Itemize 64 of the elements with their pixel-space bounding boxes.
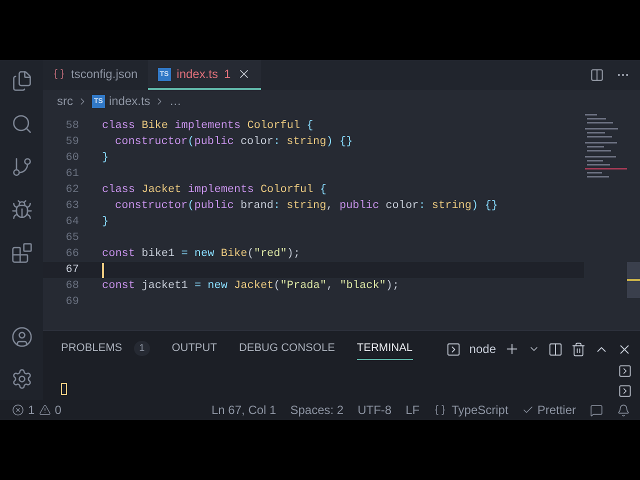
check-icon <box>522 404 534 416</box>
code-line: constructor(public color: string) {} <box>114 134 353 150</box>
panel-tab[interactable]: OUTPUT <box>172 338 217 360</box>
bell-icon[interactable] <box>617 404 630 416</box>
warning-count[interactable]: 0 <box>54 401 62 419</box>
breadcrumb-more[interactable]: … <box>169 92 182 110</box>
search-icon[interactable] <box>10 113 32 135</box>
line-number: 59 <box>64 134 79 150</box>
panel-tab[interactable]: PROBLEMS 1 <box>61 338 150 360</box>
cursor-position[interactable]: Ln 67, Col 1 <box>212 401 276 419</box>
line-number: 61 <box>64 166 79 182</box>
problem-count: 1 <box>224 66 231 83</box>
branch-icon[interactable] <box>10 156 32 178</box>
panel-tab[interactable]: TERMINAL <box>356 338 413 360</box>
formatter[interactable]: Prettier <box>537 401 576 419</box>
terminal-icon[interactable] <box>618 364 632 378</box>
account-icon[interactable] <box>10 326 32 348</box>
line-number: 68 <box>64 278 79 294</box>
line-number: 62 <box>64 182 79 198</box>
scrollbar-thumb[interactable] <box>627 262 640 298</box>
line-number: 64 <box>64 214 79 230</box>
line-number: 65 <box>64 230 79 246</box>
line-number: 60 <box>64 150 79 166</box>
editor-tab[interactable]: tsconfig.json <box>43 60 148 90</box>
line-ending[interactable]: LF <box>406 401 420 419</box>
braces-icon <box>53 68 65 80</box>
problem-count: 1 <box>134 341 150 356</box>
split-editor-icon[interactable] <box>590 68 604 82</box>
error-icon <box>12 404 24 416</box>
indentation[interactable]: Spaces: 2 <box>290 401 344 419</box>
braces-icon <box>434 404 446 416</box>
warning-icon <box>38 404 51 416</box>
plus-icon[interactable] <box>504 341 520 357</box>
breadcrumb-file[interactable]: index.ts <box>108 92 150 110</box>
language-mode[interactable]: TypeScript <box>452 401 508 419</box>
split-icon[interactable] <box>548 342 563 356</box>
line-number: 58 <box>64 118 79 134</box>
code-line: const jacket1 = new Jacket("Prada", "black"); <box>102 278 400 294</box>
settings-icon[interactable] <box>10 368 32 390</box>
line-number: 67 <box>64 262 79 278</box>
code-line: } <box>102 214 109 230</box>
encoding[interactable]: UTF-8 <box>358 401 392 419</box>
terminal-icon <box>446 342 462 356</box>
error-count[interactable]: 1 <box>28 401 35 419</box>
files-icon[interactable] <box>10 70 32 92</box>
line-number: 66 <box>64 246 79 262</box>
feedback-icon[interactable] <box>590 404 603 416</box>
terminal-cursor <box>61 382 67 394</box>
line-number: 63 <box>64 198 79 214</box>
code-line: const bike1 = new Bike("red"); <box>102 246 300 262</box>
breadcrumb-folder[interactable]: src <box>57 92 73 110</box>
code-line: constructor(public brand: string, public color: string) {} <box>114 198 498 214</box>
blocks-icon[interactable] <box>10 242 32 264</box>
cursor-marker <box>627 279 640 281</box>
panel-tab[interactable]: DEBUG CONSOLE <box>238 338 335 360</box>
text-cursor <box>102 262 104 278</box>
terminal-icon[interactable] <box>618 384 632 398</box>
line-number: 69 <box>64 294 79 310</box>
code-line: class Jacket implements Colorful { <box>102 182 326 198</box>
trash-icon[interactable] <box>571 342 586 356</box>
bug-icon[interactable] <box>10 199 32 221</box>
code-line: class Bike implements Colorful { <box>102 118 314 134</box>
code-line: } <box>102 150 109 166</box>
terminal-name[interactable]: node <box>469 340 496 358</box>
